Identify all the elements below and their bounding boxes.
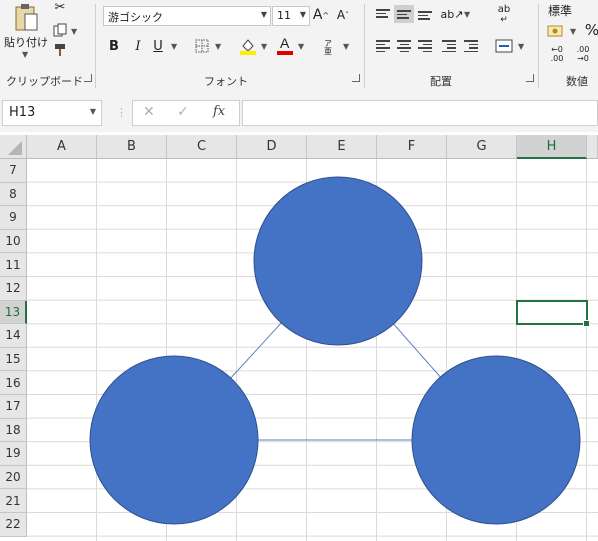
percent-button[interactable]: % <box>584 20 598 40</box>
alignment-launcher-icon[interactable] <box>526 74 534 82</box>
underline-button[interactable]: U <box>150 37 166 55</box>
wrap-text-icon[interactable]: ab ↵ <box>494 4 514 26</box>
font-size-combo[interactable]: 11 ▼ <box>272 6 310 26</box>
currency-dropdown-icon[interactable]: ▼ <box>570 27 576 36</box>
cut-icon[interactable]: ✂ <box>52 0 68 15</box>
borders-icon[interactable] <box>193 37 211 55</box>
decrease-indent-icon[interactable] <box>442 38 456 54</box>
number-format-value[interactable]: 標準 <box>548 2 572 19</box>
font-launcher-icon[interactable] <box>352 74 360 82</box>
chevron-down-icon: ▼ <box>260 10 267 19</box>
align-left-icon[interactable] <box>376 38 390 54</box>
copy-icon[interactable] <box>52 22 68 38</box>
wrap-text-glyph: ab <box>497 4 511 15</box>
top-align-icon[interactable] <box>376 7 390 20</box>
copy-dropdown-icon[interactable]: ▼ <box>71 27 77 36</box>
group-divider <box>364 4 365 88</box>
phonetic-guide-icon[interactable]: ア亜 <box>318 36 338 58</box>
font-name-value: 游ゴシック <box>108 11 163 24</box>
clipboard-launcher-icon[interactable] <box>84 74 92 82</box>
font-color-icon[interactable]: A <box>276 34 294 56</box>
orientation-icon[interactable]: ab↗ <box>441 5 464 23</box>
number-group-label: 数値 <box>566 75 588 88</box>
underline-dropdown-icon[interactable]: ▼ <box>171 42 177 51</box>
orientation-dropdown-icon[interactable]: ▼ <box>464 10 470 19</box>
merge-center-icon[interactable] <box>494 37 514 55</box>
align-right-icon[interactable] <box>418 38 432 54</box>
name-box[interactable]: H13 ▼ <box>2 100 102 126</box>
merge-dropdown-icon[interactable]: ▼ <box>518 42 524 51</box>
fill-color-dropdown-icon[interactable]: ▼ <box>261 42 267 51</box>
formula-buttons: ✕ ✓ fx <box>132 100 240 126</box>
chevron-down-icon[interactable]: ▼ <box>90 107 96 116</box>
group-divider <box>538 4 539 88</box>
decrease-decimal-icon[interactable]: .00 →0 <box>572 44 594 64</box>
phonetic-dropdown-icon[interactable]: ▼ <box>343 42 349 51</box>
insert-function-icon[interactable]: fx <box>213 104 225 119</box>
bold-button[interactable]: B <box>106 37 122 55</box>
shape-layer <box>89 176 581 525</box>
font-color-dropdown-icon[interactable]: ▼ <box>298 42 304 51</box>
phonetic-guide-glyph: ア亜 <box>323 39 333 55</box>
ribbon: 貼り付け ▼ ✂ ▼ クリップボード 游ゴシック ▼ 11 ▼ A ^ Aˇ B … <box>0 0 598 93</box>
cancel-icon[interactable]: ✕ <box>143 104 155 120</box>
alignment-group-label: 配置 <box>430 75 452 88</box>
worksheet-grid[interactable]: ABCDEFGH 7 8 9 10 11 12 13 14 15 16 17 18 19 20 21 22 <box>0 135 598 541</box>
chevron-down-icon: ▼ <box>299 10 306 19</box>
align-center-icon[interactable] <box>397 38 411 54</box>
name-box-value: H13 <box>9 105 36 120</box>
bottom-align-icon[interactable] <box>418 9 432 22</box>
bottom-right-circle[interactable] <box>411 355 581 525</box>
group-divider <box>95 4 96 88</box>
formula-input[interactable] <box>242 100 598 126</box>
currency-icon[interactable] <box>546 22 566 40</box>
fill-color-icon[interactable] <box>238 36 258 56</box>
clipboard-group-label: クリップボード <box>6 75 83 88</box>
paste-label[interactable]: 貼り付け <box>4 34 48 50</box>
enter-icon[interactable]: ✓ <box>177 104 189 120</box>
font-group-label: フォント <box>204 75 248 88</box>
font-name-combo[interactable]: 游ゴシック ▼ <box>103 6 271 26</box>
middle-align-icon <box>397 8 411 21</box>
increase-indent-icon[interactable] <box>464 38 478 54</box>
top-circle[interactable] <box>253 176 423 346</box>
formula-bar-grip-icon[interactable]: ⋮ <box>116 106 127 119</box>
bottom-left-circle[interactable] <box>89 355 259 525</box>
paste-dropdown-icon[interactable]: ▼ <box>22 50 28 59</box>
paste-button[interactable] <box>6 0 46 34</box>
italic-button[interactable]: I <box>130 37 146 55</box>
borders-dropdown-icon[interactable]: ▼ <box>215 42 221 51</box>
svg-text:A: A <box>280 35 290 51</box>
format-painter-icon[interactable] <box>52 42 68 58</box>
increase-decimal-icon[interactable]: ←0 .00 <box>546 44 568 64</box>
decrease-font-size-icon[interactable]: Aˇ <box>334 6 352 24</box>
increase-font-size-icon[interactable]: A ^ <box>312 6 330 24</box>
clipboard-icon <box>15 4 38 31</box>
font-size-value: 11 <box>277 9 291 22</box>
